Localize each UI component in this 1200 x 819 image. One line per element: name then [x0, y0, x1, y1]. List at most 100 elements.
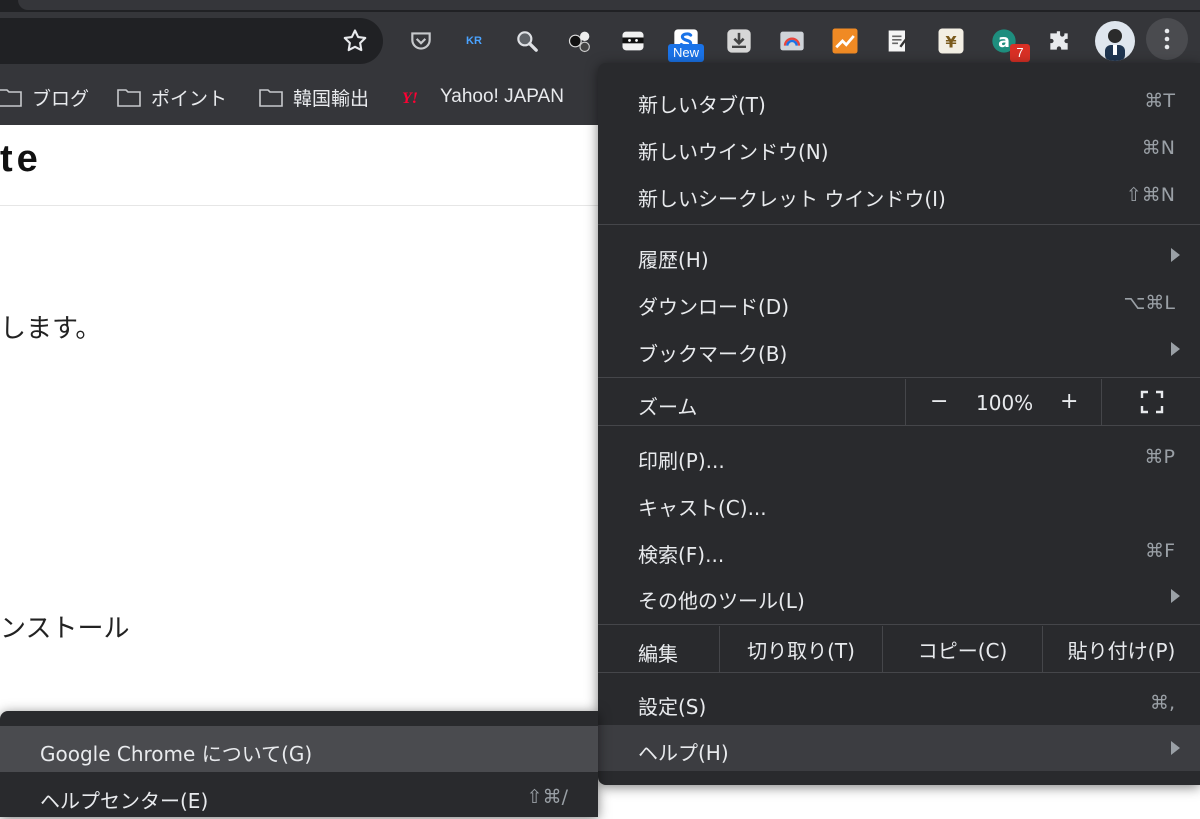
menu-item-print[interactable]: 印刷(P)... ⌘P [598, 433, 1200, 479]
menu-item-help[interactable]: ヘルプ(H) [598, 725, 1200, 771]
bookmark-label: 韓国輸出 [293, 87, 370, 110]
bookmark-label: ポイント [151, 87, 228, 110]
menu-item-label: その他のツール(L) [638, 589, 805, 613]
menu-zoom-row: ズーム − 100% + [598, 379, 1200, 425]
svg-text:a: a [998, 32, 1010, 52]
kr-icon[interactable]: KR [456, 23, 492, 59]
menu-item-label: キャスト(C)... [638, 496, 767, 520]
bookmark-folder-blog[interactable]: ブログ [0, 84, 89, 110]
new-badge: New [668, 44, 705, 62]
menu-item-label: 履歴(H) [638, 248, 709, 272]
menu-item-bookmarks[interactable]: ブックマーク(B) [598, 326, 1200, 372]
zoom-level: 100% [976, 391, 1034, 415]
zoom-out-button[interactable]: − [930, 389, 948, 414]
menu-item-shortcut: ⌘, [1149, 692, 1175, 714]
ninja-icon[interactable] [615, 23, 651, 59]
paste-button[interactable]: 貼り付け(P) [1043, 626, 1200, 672]
menu-item-new-tab[interactable]: 新しいタブ(T) ⌘T [598, 77, 1200, 123]
menu-item-shortcut: ⌘F [1145, 540, 1175, 562]
tab-strip [0, 0, 1200, 12]
menu-item-shortcut: ⇧⌘N [1125, 184, 1175, 206]
bookmark-folder-korea-export[interactable]: 韓国輸出 [259, 84, 369, 110]
chrome-main-menu: 新しいタブ(T) ⌘T 新しいウインドウ(N) ⌘N 新しいシークレット ウイン… [598, 63, 1200, 785]
zoom-label: ズーム [638, 395, 698, 419]
note-ext-icon[interactable] [880, 23, 916, 59]
submenu-arrow-icon [1171, 342, 1180, 356]
menu-item-label: 設定(S) [638, 695, 707, 719]
bookmarks-bar: ブログ ポイント 韓国輸出 Y! Yahoo! JAPAN [0, 72, 600, 122]
balls-icon[interactable] [562, 23, 598, 59]
pocket-icon[interactable] [403, 23, 439, 59]
address-bar[interactable] [0, 18, 383, 64]
print-ext-icon[interactable] [774, 23, 810, 59]
submenu-arrow-icon [1171, 589, 1180, 603]
menu-separator [598, 672, 1200, 673]
kebab-menu-icon [1164, 28, 1170, 50]
menu-item-history[interactable]: 履歴(H) [598, 232, 1200, 278]
menu-item-about-chrome[interactable]: Google Chrome について(G) [0, 726, 598, 772]
bookmark-star-icon[interactable] [341, 27, 369, 55]
menu-item-new-incognito-window[interactable]: 新しいシークレット ウインドウ(I) ⇧⌘N [598, 171, 1200, 217]
page-title: te [0, 138, 42, 180]
notification-count-badge: 7 [1010, 44, 1030, 62]
magnifier-icon[interactable] [509, 23, 545, 59]
help-submenu: Google Chrome について(G) ヘルプセンター(E) ⇧⌘/ [0, 711, 598, 817]
menu-item-shortcut: ⌘N [1141, 137, 1175, 159]
menu-item-label: Google Chrome について(G) [40, 742, 313, 766]
page-divider [0, 205, 600, 206]
page-text: ンストール [0, 614, 130, 644]
menu-separator [598, 224, 1200, 225]
menu-separator [1101, 379, 1102, 425]
folder-icon [0, 89, 22, 107]
menu-item-new-window[interactable]: 新しいウインドウ(N) ⌘N [598, 124, 1200, 170]
chrome-menu-button[interactable] [1146, 18, 1188, 60]
menu-separator [598, 624, 1200, 625]
cut-button[interactable]: 切り取り(T) [720, 626, 882, 672]
bookmark-label: ブログ [32, 87, 90, 110]
menu-separator [905, 379, 906, 425]
fullscreen-icon[interactable] [1140, 390, 1164, 414]
copy-button[interactable]: コピー(C) [883, 626, 1042, 672]
menu-item-settings[interactable]: 設定(S) ⌘, [598, 679, 1200, 725]
page-text: します。 [0, 314, 102, 344]
menu-item-shortcut: ⌥⌘L [1123, 292, 1175, 314]
menu-separator [598, 377, 1200, 378]
edit-label: 編集 [638, 642, 678, 666]
menu-item-label: 新しいタブ(T) [638, 93, 766, 117]
svg-text:¥: ¥ [945, 32, 957, 51]
menu-item-shortcut: ⌘P [1144, 446, 1175, 468]
active-tab-edge[interactable] [18, 0, 1200, 10]
submenu-arrow-icon [1171, 248, 1180, 262]
menu-item-label: ヘルプセンター(E) [40, 789, 209, 813]
bookmark-label: Yahoo! JAPAN [440, 86, 564, 107]
menu-item-label: ヘルプ(H) [638, 741, 729, 765]
zoom-in-button[interactable]: + [1060, 389, 1078, 414]
avatar[interactable] [1095, 21, 1135, 61]
menu-item-label: 新しいウインドウ(N) [638, 140, 829, 164]
menu-item-label: 印刷(P)... [638, 449, 725, 473]
folder-icon [117, 89, 141, 107]
yen-ext-icon[interactable]: ¥ [933, 23, 969, 59]
bookmark-folder-point[interactable]: ポイント [117, 84, 227, 110]
menu-item-label: 新しいシークレット ウインドウ(I) [638, 187, 946, 211]
menu-item-more-tools[interactable]: その他のツール(L) [598, 573, 1200, 619]
yahoo-icon: Y! [402, 90, 418, 106]
svg-text:Y!: Y! [402, 90, 418, 106]
menu-item-find[interactable]: 検索(F)... ⌘F [598, 527, 1200, 573]
submenu-arrow-icon [1171, 741, 1180, 755]
menu-separator [598, 425, 1200, 426]
menu-item-shortcut: ⌘T [1144, 90, 1175, 112]
menu-item-downloads[interactable]: ダウンロード(D) ⌥⌘L [598, 279, 1200, 325]
download-icon[interactable] [721, 23, 757, 59]
chart-ext-icon[interactable] [827, 23, 863, 59]
puzzle-icon[interactable] [1041, 23, 1077, 59]
menu-item-cast[interactable]: キャスト(C)... [598, 480, 1200, 526]
menu-item-shortcut: ⇧⌘/ [526, 786, 568, 808]
folder-icon [259, 89, 283, 107]
bookmark-yahoo-japan[interactable]: Y! Yahoo! JAPAN [402, 84, 564, 110]
menu-item-help-center[interactable]: ヘルプセンター(E) ⇧⌘/ [0, 773, 598, 819]
menu-item-label: 検索(F)... [638, 543, 725, 567]
menu-item-label: ダウンロード(D) [638, 295, 790, 319]
menu-edit-row: 編集 切り取り(T) コピー(C) 貼り付け(P) [598, 626, 1200, 672]
menu-item-label: ブックマーク(B) [638, 342, 788, 366]
